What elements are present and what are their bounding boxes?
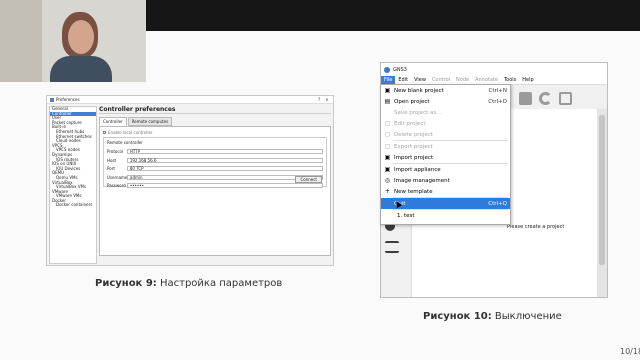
preferences-titlebar: Preferences ? × [47,96,333,104]
field-row: Port 80 TCP [107,165,323,172]
close-icon[interactable]: × [324,97,330,102]
menu-item-label: New blank project [394,87,444,94]
import-icon: ▣ [384,154,391,161]
menu-item-label: 1. test [397,212,415,219]
menu-item-label: Open project [394,98,430,105]
page-number: 10/18 [620,347,640,356]
menu-item-shortcut: Ctrl+N [488,87,507,94]
menu-item: ▢ Delete project [381,129,510,140]
new-project-icon: ▣ [384,87,391,94]
menu-item[interactable]: ▣ New blank project Ctrl+N [381,85,510,96]
field-input[interactable]: 192.168.56.6 [126,157,323,163]
preferences-heading: Controller preferences [99,106,331,114]
menu-item-label: New template [394,188,433,195]
header-band [146,0,640,31]
menu-item-label: Export project [394,143,433,150]
menu-item-label: Import appliance [394,166,441,173]
preferences-screenshot: Preferences ? × General Controller User Pac… [46,95,334,266]
menu-item[interactable]: ▣ Import project [381,152,510,163]
delete-icon: ▢ [384,131,391,138]
field-label: Protocol [107,149,124,154]
menu-item[interactable]: ▣ Import appliance [381,164,510,175]
edit-note-icon[interactable] [559,91,572,105]
menu-help[interactable]: Help [519,76,536,85]
tab-remote-computes[interactable]: Remote computes [127,117,173,126]
caption-9-prefix: Рисунок 9: [95,278,157,289]
gns3-titlebar: GNS3 [381,63,607,76]
field-row: Protocol HTTP [107,148,323,155]
presenter-webcam [0,0,146,82]
menu-item-label: Edit project [394,120,426,127]
controller-panel: Enable local controller Remote controlle… [99,126,331,256]
scrollbar-thumb[interactable] [599,115,605,265]
window-icon [50,97,54,102]
menu-item: ▢ Export project [381,141,510,152]
gns3-toolbar [511,87,607,109]
preferences-tabs: Controller Remote computes [99,117,331,126]
preferences-title: Preferences [56,97,80,102]
caption-10-text: Выключение [491,311,562,322]
remote-controller-group: Remote controller Protocol HTTP Host 192.16… [103,137,327,189]
menu-item[interactable]: + New template [381,186,510,197]
open-folder-icon: ▤ [384,98,391,105]
field-label: Password [107,183,126,188]
menu-item-label: Import project [394,154,434,161]
caption-10-prefix: Рисунок 10: [423,311,492,322]
menu-item: Save project as... [381,107,510,118]
local-controller-checkbox[interactable]: Enable local controller [103,130,327,135]
vertical-scrollbar[interactable] [597,109,607,297]
field-label: Host [107,157,117,163]
menu-item-label: Save project as... [394,109,442,116]
menu-item-label: Quit [394,200,406,207]
menu-item[interactable]: ▤ Open project Ctrl+O [381,96,510,107]
field-row: Username admin [107,174,323,181]
export-icon: ▢ [384,143,391,150]
blank-icon [384,109,391,116]
presenter-body [50,56,112,82]
field-input[interactable]: 80 TCP [126,166,323,171]
checkbox-label: Enable local controller [108,130,153,135]
canvas-message: Please create a project [507,224,565,230]
image-management-icon: ◎ [384,177,391,184]
reload-icon[interactable] [539,91,552,105]
field-label: Username [107,174,128,180]
menu-item[interactable]: Quit Ctrl+Q [381,198,510,209]
file-menu-dropdown: ▣ New blank project Ctrl+N ▤ Open project Ctr… [380,84,511,225]
figure-10-caption: Рисунок 10: Выключение [423,311,562,322]
menu-item-label: Image management [394,177,450,184]
menu-item: ▢ Edit project [381,118,510,129]
preferences-main: Controller preferences Controller Remote… [99,106,331,264]
menu-item-label: Delete project [394,131,433,138]
plus-icon: + [384,188,391,195]
background-curtain [0,0,42,82]
gns3-logo-icon [384,66,390,73]
help-icon[interactable]: ? [316,97,322,102]
field-label: Port [107,166,115,171]
field-row: Password •••••• [107,182,323,189]
stop-icon[interactable] [519,91,532,105]
checkbox-box[interactable] [103,131,106,134]
figure-9-caption: Рисунок 9: Настройка параметров [95,278,282,289]
group-title: Remote controller [107,140,143,145]
menu-item[interactable]: ◎ Image management [381,175,510,186]
preferences-sidebar: General Controller User Packet capture Built… [49,106,97,264]
field-input[interactable]: admin [127,174,323,180]
edit-icon: ▢ [384,120,391,127]
tab-controller[interactable]: Controller [99,117,127,126]
menu-item[interactable]: 1. test [381,210,510,221]
field-row: Host 192.168.56.6 [107,157,323,164]
add-link-icon[interactable] [385,241,399,253]
presenter-face [68,20,94,54]
sidebar-item[interactable]: Docker containers [50,203,96,208]
cursor-icon [384,199,403,209]
menu-item-shortcut: Ctrl+O [488,98,507,105]
field-input[interactable]: •••••• [126,183,323,188]
connect-button[interactable]: Connect [295,176,322,183]
gns3-title: GNS3 [393,66,407,73]
menu-item-shortcut: Ctrl+Q [488,200,507,207]
import-appliance-icon: ▣ [384,166,391,173]
caption-9-text: Настройка параметров [156,278,283,289]
field-input[interactable]: HTTP [126,149,323,154]
